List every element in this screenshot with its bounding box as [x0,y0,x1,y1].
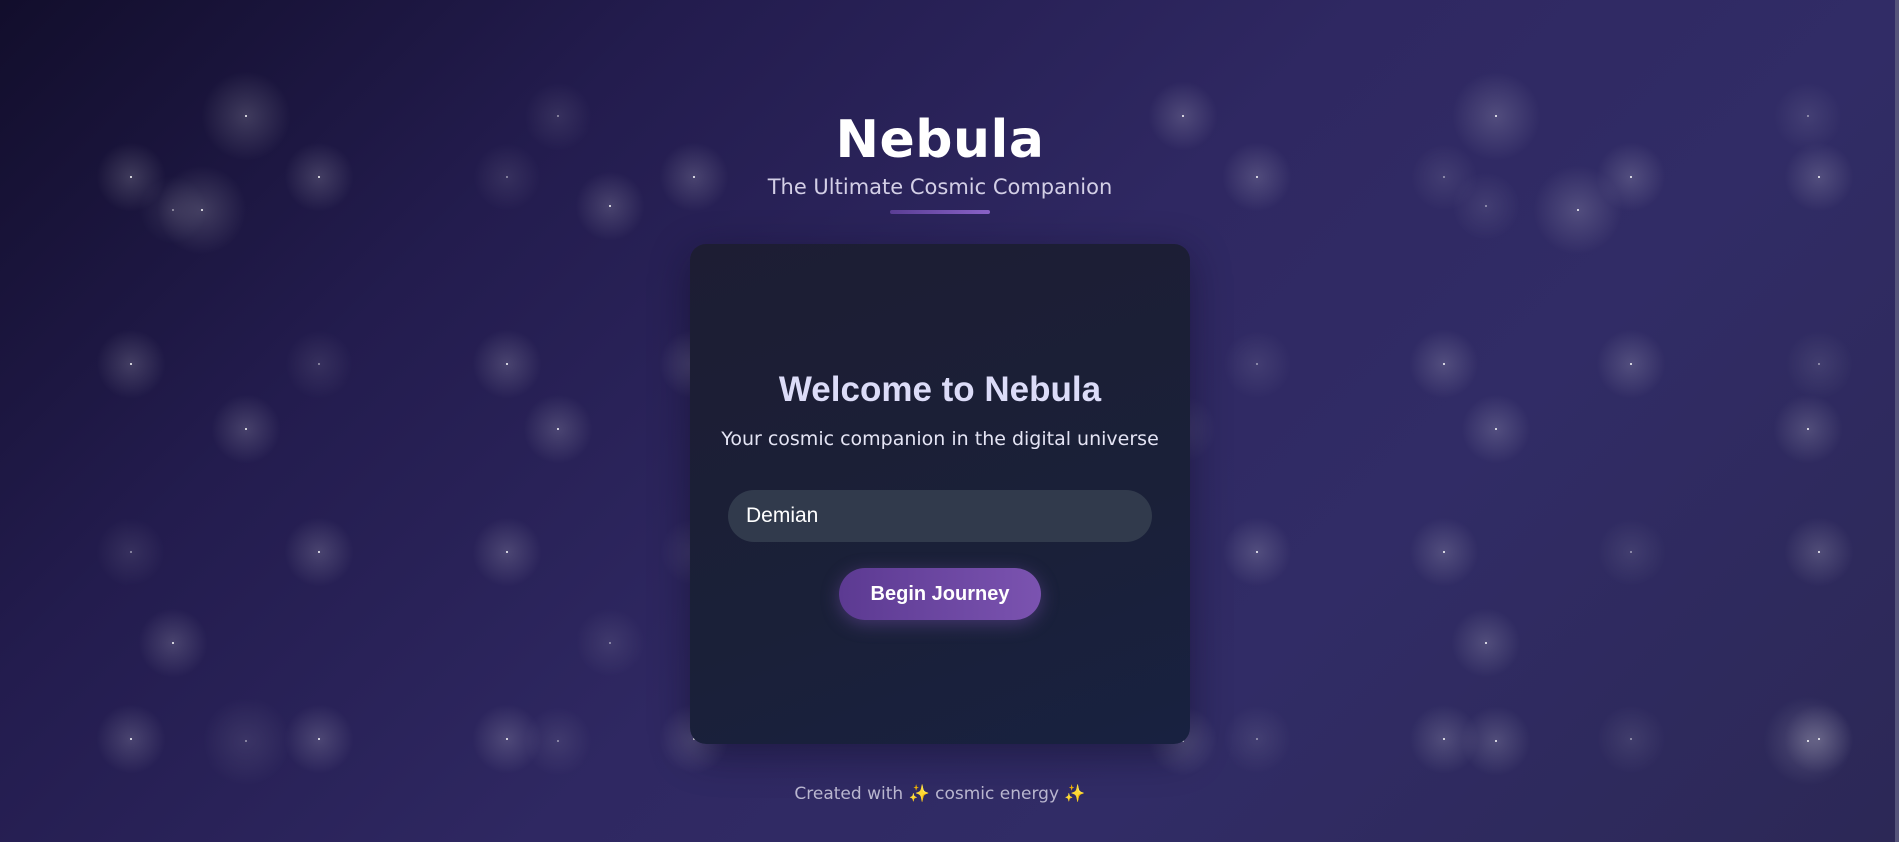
title-underline [890,210,990,214]
star-glow [96,517,166,587]
star-glow [1596,704,1666,774]
star-glow [1222,517,1292,587]
welcome-text: Your cosmic companion in the digital uni… [721,428,1159,450]
app-subtitle: The Ultimate Cosmic Companion [767,175,1113,199]
star-glow [575,608,645,678]
star-glow [1409,517,1479,587]
footer-credit: Created with ✨ cosmic energy ✨ [794,784,1086,804]
star-glow [1461,394,1531,464]
star-glow [211,394,281,464]
star-glow [1596,517,1666,587]
scrollbar[interactable] [1895,0,1899,842]
star-glow [96,329,166,399]
star-glow [523,394,593,464]
star-glow [1222,329,1292,399]
star-glow [523,706,593,776]
page-header: Nebula The Ultimate Cosmic Companion [0,106,1880,214]
star-glow [472,517,542,587]
star-glow [1409,329,1479,399]
star-glow [1784,329,1854,399]
star-glow [1222,704,1292,774]
star-glow [1409,704,1479,774]
star-glow [1784,517,1854,587]
name-input[interactable] [728,490,1152,542]
star-glow [1784,704,1854,774]
app-title: Nebula [835,110,1045,170]
star-glow [138,608,208,678]
star-glow [1763,696,1853,786]
welcome-title: Welcome to Nebula [778,370,1102,409]
star-glow [201,696,291,786]
begin-journey-button[interactable]: Begin Journey [839,568,1041,620]
star-glow [1461,706,1531,776]
star-glow [284,517,354,587]
welcome-card: Welcome to Nebula Your cosmic companion … [690,244,1190,744]
star-glow [1773,394,1843,464]
star-glow [284,329,354,399]
star-glow [1451,608,1521,678]
star-glow [96,704,166,774]
star-glow [284,704,354,774]
star-glow [1596,329,1666,399]
star-glow [472,329,542,399]
star-glow [472,704,542,774]
